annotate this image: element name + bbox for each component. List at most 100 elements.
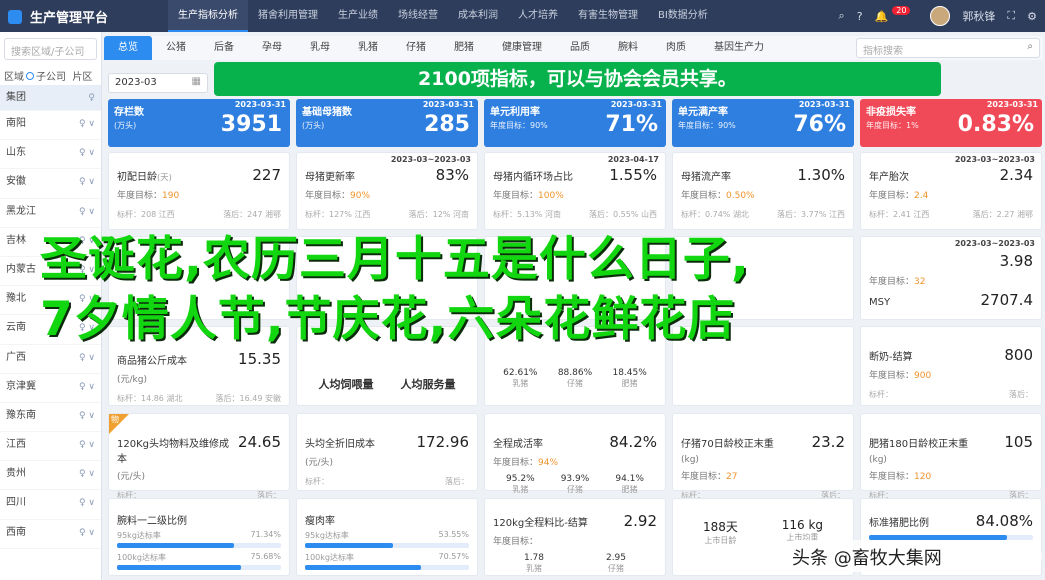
expand-icon[interactable]: ♀ ∨ bbox=[79, 403, 95, 431]
expand-icon[interactable]: ♀ ∨ bbox=[79, 461, 95, 489]
tab[interactable]: 品质 bbox=[556, 36, 604, 60]
benchmark-text: 标杆：208 江西 bbox=[117, 210, 175, 219]
metric-card[interactable]: 仔猪70日龄校正末重 23.2 (kg) 年度目标：27 标杆： 落后： bbox=[672, 413, 854, 500]
tab[interactable]: 基因生产力 bbox=[700, 36, 778, 60]
metric-card[interactable]: 瘦肉率 95kg达标率 53.55% 100kg达标率 70.57% bbox=[296, 498, 478, 576]
expand-icon[interactable]: ♀ ∨ bbox=[79, 432, 95, 460]
metric-card[interactable]: 头均全折旧成本 172.96 (元/头) 标杆： 落后： bbox=[296, 413, 478, 491]
metric-card[interactable]: 肥猪180日龄校正末重 105 (kg) 年度目标：120 标杆： 落后： bbox=[860, 413, 1042, 500]
expand-icon[interactable]: ♀ ∨ bbox=[79, 111, 95, 139]
expand-icon[interactable]: ♀ ∨ bbox=[79, 490, 95, 518]
expand-icon[interactable]: ♀ ∨ bbox=[79, 199, 95, 227]
progress-bar bbox=[117, 543, 281, 548]
tab[interactable]: 总览 bbox=[104, 36, 152, 60]
metric-card[interactable]: 2023-03~2023-03 3.98 年度目标：32 MSY 2707.4 bbox=[860, 236, 1042, 320]
card-value: 84.08% bbox=[975, 512, 1033, 530]
metric-card[interactable]: 断奶-结算 800 年度目标：900 标杆： 落后： bbox=[860, 326, 1042, 406]
search-icon[interactable]: ⌕ bbox=[839, 9, 845, 23]
metric-card[interactable]: 全程成活率 84.2% 年度目标：94% 95.2% 乳猪 93.9% 仔猪 94.1% 肥猪 bbox=[484, 413, 666, 494]
stage-metric: 2.95 仔猪 bbox=[605, 553, 627, 573]
tab[interactable]: 健康管理 bbox=[488, 36, 556, 60]
per-capita-feed-button[interactable]: 人均饲喂量 bbox=[319, 376, 374, 392]
sidebar-item-label: 黑龙江 bbox=[6, 205, 36, 217]
stage-metric: 188天 上市日龄 bbox=[702, 520, 738, 545]
tab[interactable]: 肉质 bbox=[652, 36, 700, 60]
tab[interactable]: 乳母 bbox=[296, 36, 344, 60]
kpi-card[interactable]: 基础母猪数 (万头) 2023-03-31 285 bbox=[296, 99, 478, 147]
index-search-input[interactable]: 指标搜索 ⌕ bbox=[856, 38, 1040, 58]
expand-icon[interactable]: ♀ bbox=[88, 85, 95, 110]
watermark: 头条 @畜牧大集网 bbox=[780, 540, 1042, 572]
metric-card[interactable]: 物 120Kg头均物料及维修成本 24.65 (元/头) 标杆： 落后： bbox=[108, 413, 290, 500]
nav-item[interactable]: 生产指标分析 bbox=[168, 0, 248, 32]
metric-card[interactable]: 2023-03~2023-03 母猪更新率 83% 年度目标：90% 标杆：127% 江… bbox=[296, 152, 478, 230]
sidebar-item-label: 四川 bbox=[6, 497, 26, 509]
tab[interactable]: 公猪 bbox=[152, 36, 200, 60]
sidebar-item[interactable]: 黑龙江 ♀ ∨ bbox=[0, 199, 101, 228]
sidebar-item[interactable]: 江西 ♀ ∨ bbox=[0, 432, 101, 462]
unit-label: (元/头) bbox=[117, 472, 146, 482]
kpi-date: 2023-03-31 bbox=[234, 100, 286, 109]
stage-metric: 93.9% 仔猪 bbox=[560, 474, 590, 494]
scope-radio[interactable]: 区域 子公司 片区 bbox=[0, 66, 101, 85]
nav-item[interactable]: 人才培养 bbox=[508, 0, 568, 32]
expand-icon[interactable]: ♀ ∨ bbox=[79, 374, 95, 402]
tab[interactable]: 肥猪 bbox=[440, 36, 488, 60]
benchmark-text: 标杆：5.13% 河南 bbox=[493, 210, 561, 219]
card-value: 3.98 bbox=[999, 252, 1033, 270]
kpi-card[interactable]: 单元满产率 年度目标：90% 2023-03-31 76% bbox=[672, 99, 854, 147]
tab[interactable]: 乳猪 bbox=[344, 36, 392, 60]
expand-icon[interactable]: ♀ ∨ bbox=[79, 169, 95, 197]
kpi-card[interactable]: 非疫损失率 年度目标：1% 2023-03-31 0.83% bbox=[860, 99, 1042, 147]
nav-item[interactable]: 猪舍利用管理 bbox=[248, 0, 328, 32]
sidebar-item[interactable]: 集团 ♀ bbox=[0, 85, 101, 111]
tab[interactable]: 孕母 bbox=[248, 36, 296, 60]
avatar[interactable] bbox=[930, 6, 951, 26]
tab[interactable]: 后备 bbox=[200, 36, 248, 60]
sidebar-item[interactable]: 安徽 ♀ ∨ bbox=[0, 169, 101, 199]
card-value: 1.30% bbox=[797, 166, 845, 184]
sidebar-item[interactable]: 四川 ♀ ∨ bbox=[0, 490, 101, 520]
nav-item[interactable]: 有害生物管理 bbox=[568, 0, 648, 32]
metric-card[interactable]: 初配日龄(天) 227 年度目标：190 标杆：208 江西 落后：247 湘鄂 bbox=[108, 152, 290, 230]
target-label: 年度目标：0.50% bbox=[681, 191, 755, 201]
kpi-card[interactable]: 存栏数 (万头) 2023-03-31 3951 bbox=[108, 99, 290, 147]
search-icon[interactable]: ⌕ bbox=[1027, 41, 1033, 52]
bell-icon[interactable]: 🔔 bbox=[875, 10, 889, 23]
nav-item[interactable]: 成本利润 bbox=[448, 0, 508, 32]
metric-card[interactable]: 120kg全程料比-结算 2.92 年度目标： 1.78 乳猪 2.95 仔猪 bbox=[484, 498, 666, 576]
expand-icon[interactable]: ♀ ∨ bbox=[79, 520, 95, 548]
per-capita-service-button[interactable]: 人均服务量 bbox=[401, 376, 456, 392]
sidebar-item[interactable]: 豫东南 ♀ ∨ bbox=[0, 403, 101, 433]
sidebar-item[interactable]: 山东 ♀ ∨ bbox=[0, 140, 101, 170]
benchmark-text: 标杆： bbox=[305, 477, 329, 486]
sidebar-item[interactable]: 京津冀 ♀ ∨ bbox=[0, 374, 101, 403]
unit-label: (kg) bbox=[869, 455, 887, 465]
sidebar-search-input[interactable]: 搜索区域/子公司 bbox=[4, 38, 97, 60]
app-title[interactable]: 生产管理平台 bbox=[8, 7, 108, 26]
sidebar-item[interactable]: 西南 ♀ ∨ bbox=[0, 520, 101, 549]
card-title: 母猪流产率 bbox=[681, 172, 731, 183]
expand-icon[interactable]: ♀ ∨ bbox=[79, 140, 95, 168]
user-name[interactable]: 郭秋锋 bbox=[962, 8, 995, 24]
sidebar-item[interactable]: 南阳 ♀ ∨ bbox=[0, 111, 101, 141]
sidebar-item[interactable]: 贵州 ♀ ∨ bbox=[0, 461, 101, 491]
metric-card[interactable]: 2023-04-17 母猪内循环场占比 1.55% 年度目标：100% 标杆：5.13%… bbox=[484, 152, 666, 230]
tab[interactable]: 仔猪 bbox=[392, 36, 440, 60]
settings-icon[interactable]: ⚙ bbox=[1027, 10, 1037, 23]
nav-item[interactable]: BI数据分析 bbox=[648, 0, 718, 32]
tab[interactable]: 腕料 bbox=[604, 36, 652, 60]
kpi-card[interactable]: 单元利用率 年度目标：90% 2023-03-31 71% bbox=[484, 99, 666, 147]
nav-item[interactable]: 场线经营 bbox=[388, 0, 448, 32]
metric-card[interactable]: 腕料一二级比例 95kg达标率 71.34% 100kg达标率 75.68% bbox=[108, 498, 290, 576]
sidebar-item-label: 集团 bbox=[6, 92, 26, 103]
menu-icon[interactable] bbox=[8, 10, 22, 24]
help-icon[interactable]: ? bbox=[857, 10, 863, 23]
sidebar-item-label: 云南 bbox=[6, 322, 26, 334]
metric-card[interactable]: 2023-03~2023-03 年产胎次 2.34 年度目标：2.4 标杆：2.41 江… bbox=[860, 152, 1042, 230]
date-select[interactable]: 2023-03 ▦ bbox=[108, 73, 208, 93]
nav-item[interactable]: 生产业绩 bbox=[328, 0, 388, 32]
fullscreen-icon[interactable]: ⛶ bbox=[1007, 9, 1015, 23]
metric-card[interactable]: 母猪流产率 1.30% 年度目标：0.50% 标杆：0.74% 湖北 落后：3.77% … bbox=[672, 152, 854, 230]
progress-fill bbox=[305, 565, 421, 570]
